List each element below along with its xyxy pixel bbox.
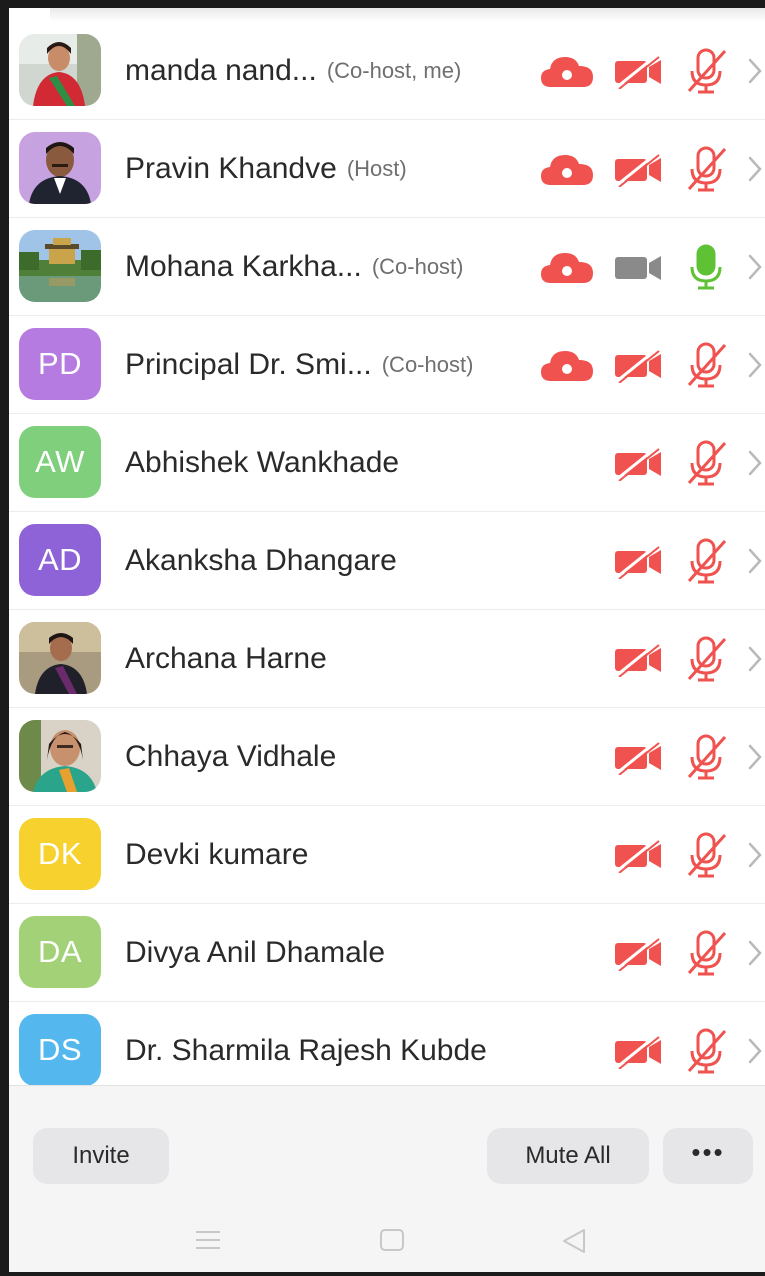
participant-name: Akanksha Dhangare	[125, 543, 397, 577]
participant-name: Dr. Sharmila Rajesh Kubde	[125, 1033, 487, 1067]
participant-name: Pravin Khandve	[125, 151, 337, 185]
mic-muted-icon[interactable]	[683, 341, 729, 389]
avatar: PD	[19, 328, 101, 400]
mic-muted-icon[interactable]	[683, 145, 729, 193]
mic-muted-icon[interactable]	[683, 537, 729, 585]
participant-row[interactable]: DK Devki kumare	[9, 806, 765, 904]
device-frame-top	[9, 0, 765, 8]
chevron-right-icon[interactable]	[747, 449, 763, 477]
chevron-right-icon[interactable]	[747, 1037, 763, 1065]
mute-all-button[interactable]: Mute All	[487, 1128, 649, 1184]
participant-row[interactable]: Mohana Karkha... (Co-host)	[9, 218, 765, 316]
avatar: DK	[19, 818, 101, 890]
back-icon[interactable]	[561, 1228, 587, 1254]
avatar	[19, 132, 101, 204]
participant-list[interactable]: manda nand... (Co-host, me) Pravin Khandv…	[9, 22, 765, 1085]
video-off-icon[interactable]	[613, 837, 663, 873]
avatar: DS	[19, 1014, 101, 1085]
mic-muted-icon[interactable]	[683, 439, 729, 487]
participant-role: (Co-host)	[381, 351, 474, 377]
participant-name: Principal Dr. Smi...	[125, 347, 372, 381]
participant-row[interactable]: Pravin Khandve (Host)	[9, 120, 765, 218]
mic-muted-icon[interactable]	[683, 831, 729, 879]
participant-role: (Co-host)	[371, 253, 464, 279]
chevron-right-icon[interactable]	[747, 841, 763, 869]
menu-icon[interactable]	[194, 1228, 222, 1252]
chevron-right-icon[interactable]	[747, 645, 763, 673]
video-off-icon[interactable]	[613, 641, 663, 677]
avatar	[19, 622, 101, 694]
participant-name: Archana Harne	[125, 641, 327, 675]
mic-icon[interactable]	[683, 243, 729, 291]
cloud-recording-icon	[541, 350, 593, 381]
chevron-right-icon[interactable]	[747, 253, 763, 281]
participant-row[interactable]: Chhaya Vidhale	[9, 708, 765, 806]
chevron-right-icon[interactable]	[747, 743, 763, 771]
participant-name: Abhishek Wankhade	[125, 445, 400, 479]
video-off-icon[interactable]	[613, 739, 663, 775]
participant-name: Chhaya Vidhale	[125, 739, 337, 773]
video-off-icon[interactable]	[613, 1033, 663, 1069]
participant-name: Mohana Karkha...	[125, 249, 362, 283]
participant-row[interactable]: DA Divya Anil Dhamale	[9, 904, 765, 1002]
video-off-icon[interactable]	[613, 445, 663, 481]
participant-row[interactable]: manda nand... (Co-host, me)	[9, 22, 765, 120]
invite-button[interactable]: Invite	[33, 1128, 169, 1184]
participant-role: (Host)	[346, 155, 407, 181]
mic-muted-icon[interactable]	[683, 1027, 729, 1075]
video-off-icon[interactable]	[613, 151, 663, 187]
participant-name: manda nand...	[125, 53, 317, 87]
participant-row[interactable]: PD Principal Dr. Smi... (Co-host)	[9, 316, 765, 414]
avatar: AW	[19, 426, 101, 498]
video-off-icon[interactable]	[613, 935, 663, 971]
action-bar: Invite Mute All •••	[9, 1085, 765, 1272]
device-frame-bottom	[0, 1272, 765, 1276]
avatar	[19, 34, 101, 106]
avatar	[19, 720, 101, 792]
participant-row[interactable]: AW Abhishek Wankhade	[9, 414, 765, 512]
cloud-recording-icon	[541, 252, 593, 283]
avatar: DA	[19, 916, 101, 988]
mic-muted-icon[interactable]	[683, 733, 729, 781]
video-off-icon[interactable]	[613, 543, 663, 579]
video-icon[interactable]	[613, 249, 663, 285]
header-fade	[50, 8, 765, 22]
participant-row[interactable]: AD Akanksha Dhangare	[9, 512, 765, 610]
participant-role: (Co-host, me)	[326, 57, 462, 83]
avatar	[19, 230, 101, 302]
participant-row[interactable]: DS Dr. Sharmila Rajesh Kubde	[9, 1002, 765, 1085]
video-off-icon[interactable]	[613, 347, 663, 383]
mic-muted-icon[interactable]	[683, 47, 729, 95]
participant-name: Devki kumare	[125, 837, 309, 871]
chevron-right-icon[interactable]	[747, 547, 763, 575]
cloud-recording-icon	[541, 154, 593, 185]
more-options-button[interactable]: •••	[663, 1128, 753, 1184]
device-frame-left	[0, 0, 9, 1276]
participant-name: Divya Anil Dhamale	[125, 935, 386, 969]
chevron-right-icon[interactable]	[747, 939, 763, 967]
participant-row[interactable]: Archana Harne	[9, 610, 765, 708]
mic-muted-icon[interactable]	[683, 929, 729, 977]
video-off-icon[interactable]	[613, 53, 663, 89]
avatar: AD	[19, 524, 101, 596]
mic-muted-icon[interactable]	[683, 635, 729, 683]
cloud-recording-icon	[541, 56, 593, 87]
home-icon[interactable]	[379, 1228, 405, 1252]
chevron-right-icon[interactable]	[747, 57, 763, 85]
chevron-right-icon[interactable]	[747, 351, 763, 379]
chevron-right-icon[interactable]	[747, 155, 763, 183]
